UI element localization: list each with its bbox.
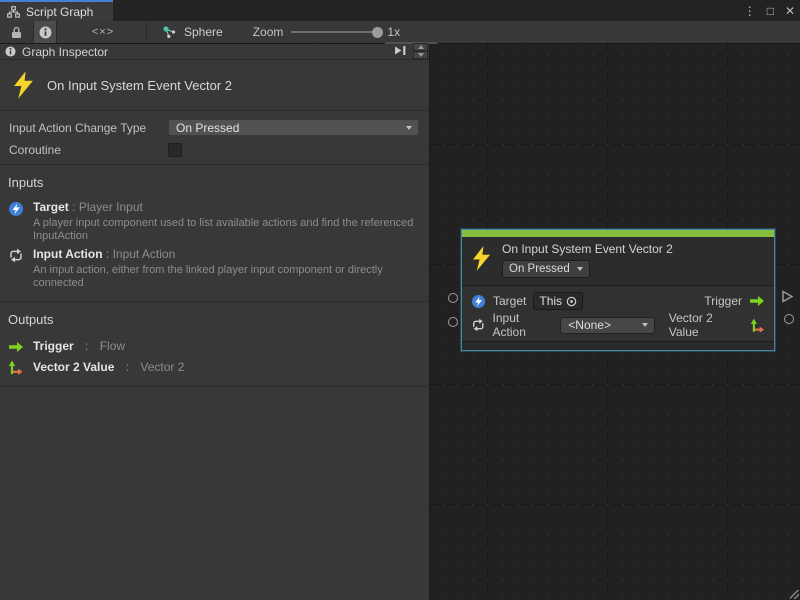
port-name: Trigger xyxy=(33,339,74,353)
close-icon[interactable]: ✕ xyxy=(785,5,795,17)
vector2-port-label: Vector 2 Value xyxy=(669,311,744,339)
port-type: Input Action xyxy=(113,247,176,261)
node-color-bar xyxy=(462,230,774,237)
event-bolt-icon xyxy=(472,246,491,271)
inspector-toggle-button[interactable] xyxy=(33,21,57,43)
graph-inspector-title: Graph Inspector xyxy=(22,45,108,59)
target-port-label: Target xyxy=(493,294,526,308)
event-bolt-icon xyxy=(13,71,34,99)
zoom-slider[interactable] xyxy=(291,31,379,33)
port-name: Target xyxy=(33,200,69,214)
graph-toolbar: <×> Sphere Zoom 1x Relations xyxy=(0,21,800,44)
flow-arrow-icon xyxy=(749,295,765,307)
coroutine-label: Coroutine xyxy=(9,143,168,157)
trigger-output-port[interactable] xyxy=(781,290,794,303)
zoom-label: Zoom xyxy=(253,25,284,39)
input-item-target: Target : Player Input A player input com… xyxy=(0,199,429,246)
outputs-section: Outputs Trigger : Flow xyxy=(0,302,429,387)
change-type-dropdown[interactable]: On Pressed xyxy=(168,119,419,136)
scroll-up-button[interactable] xyxy=(413,43,428,51)
port-description: An input action, either from the linked … xyxy=(33,264,421,290)
input-action-icon xyxy=(8,248,25,290)
title-bar: Script Graph ⋮ □ ✕ xyxy=(0,0,800,21)
inputs-heading: Inputs xyxy=(0,171,429,199)
player-input-icon xyxy=(471,294,486,309)
info-icon xyxy=(39,26,52,39)
flow-arrow-icon xyxy=(8,341,25,353)
port-type: Player Input xyxy=(79,200,143,214)
zoom-control: Zoom 1x xyxy=(253,25,400,39)
zoom-slider-handle[interactable] xyxy=(372,27,383,38)
output-item-vector2: Vector 2 Value : Vector 2 xyxy=(0,356,429,378)
output-item-trigger: Trigger : Flow xyxy=(0,336,429,356)
graph-inspector-header: Graph Inspector xyxy=(0,44,429,60)
toolbar-left-group: <×> Sphere Zoom 1x xyxy=(0,21,400,43)
node-header: On Input System Event Vector 2 On Presse… xyxy=(462,237,774,286)
coroutine-checkbox[interactable] xyxy=(168,143,182,157)
chevron-down-icon xyxy=(577,267,583,271)
input-item-input-action: Input Action : Input Action An input act… xyxy=(0,246,429,293)
zoom-value: 1x xyxy=(387,25,400,39)
inspected-node-title: On Input System Event Vector 2 xyxy=(47,78,232,93)
port-name: Vector 2 Value xyxy=(33,360,114,374)
graph-canvas[interactable]: On Input System Event Vector 2 On Presse… xyxy=(430,44,800,600)
graph-object-button[interactable]: Sphere xyxy=(162,25,223,39)
target-input-port[interactable] xyxy=(448,293,458,303)
scroll-down-button[interactable] xyxy=(413,51,428,59)
input-action-dropdown[interactable]: <None> xyxy=(560,317,654,334)
hierarchy-icon xyxy=(7,6,20,18)
inputs-section: Inputs Target : Player Input A player in… xyxy=(0,165,429,302)
chevron-down-icon xyxy=(406,126,412,130)
port-type: Flow xyxy=(100,339,125,353)
input-action-port-label: Input Action xyxy=(493,311,554,339)
node-settings-form: Input Action Change Type On Pressed Coro… xyxy=(0,111,429,165)
object-picker-icon xyxy=(566,296,577,307)
vector2-output-port[interactable] xyxy=(784,314,794,324)
graph-node-icon xyxy=(162,25,177,39)
port-name: Input Action xyxy=(33,247,103,261)
input-action-input-port[interactable] xyxy=(448,317,458,327)
triangle-down-icon xyxy=(418,53,424,57)
window-menu-icon[interactable]: ⋮ xyxy=(744,5,756,17)
script-graph-window: Script Graph ⋮ □ ✕ <×> xyxy=(0,0,800,600)
target-value-button[interactable]: This xyxy=(533,292,583,310)
graph-inspector-panel: Graph Inspector On Input System Event Ve… xyxy=(0,44,430,600)
node-row-inputaction-vector2: Input Action <None> Vector 2 Value xyxy=(462,313,774,337)
maximize-icon[interactable]: □ xyxy=(767,5,774,17)
toolbar-separator xyxy=(146,21,147,43)
node-body: Target This Trigger xyxy=(462,286,774,341)
info-icon xyxy=(5,46,16,57)
graph-object-label: Sphere xyxy=(184,25,223,39)
vector2-icon xyxy=(8,360,25,375)
lock-icon[interactable] xyxy=(8,21,24,43)
port-description: A player input component used to list av… xyxy=(33,217,421,243)
player-input-icon xyxy=(8,201,25,243)
dock-panel-icon[interactable] xyxy=(394,45,407,56)
panel-scroll-buttons xyxy=(413,43,428,59)
tab-label: Script Graph xyxy=(26,5,93,19)
inspected-node-title-block: On Input System Event Vector 2 xyxy=(0,60,429,111)
window-controls: ⋮ □ ✕ xyxy=(744,0,795,21)
input-action-icon xyxy=(471,318,486,332)
vector2-icon xyxy=(750,318,765,333)
tab-script-graph[interactable]: Script Graph xyxy=(0,0,113,21)
port-type: Vector 2 xyxy=(140,360,184,374)
node-mode-dropdown[interactable]: On Pressed xyxy=(502,260,590,278)
node-on-input-system-event-vector2[interactable]: On Input System Event Vector 2 On Presse… xyxy=(461,229,775,351)
outputs-heading: Outputs xyxy=(0,308,429,336)
node-row-target-trigger: Target This Trigger xyxy=(462,289,774,313)
chevron-down-icon xyxy=(642,323,648,327)
node-footer xyxy=(462,341,774,350)
node-title: On Input System Event Vector 2 xyxy=(502,242,673,256)
code-view-icon[interactable]: <×> xyxy=(86,21,120,43)
window-resize-grip[interactable] xyxy=(790,590,799,599)
trigger-port-label: Trigger xyxy=(704,294,742,308)
change-type-label: Input Action Change Type xyxy=(9,121,168,135)
triangle-up-icon xyxy=(418,45,424,49)
